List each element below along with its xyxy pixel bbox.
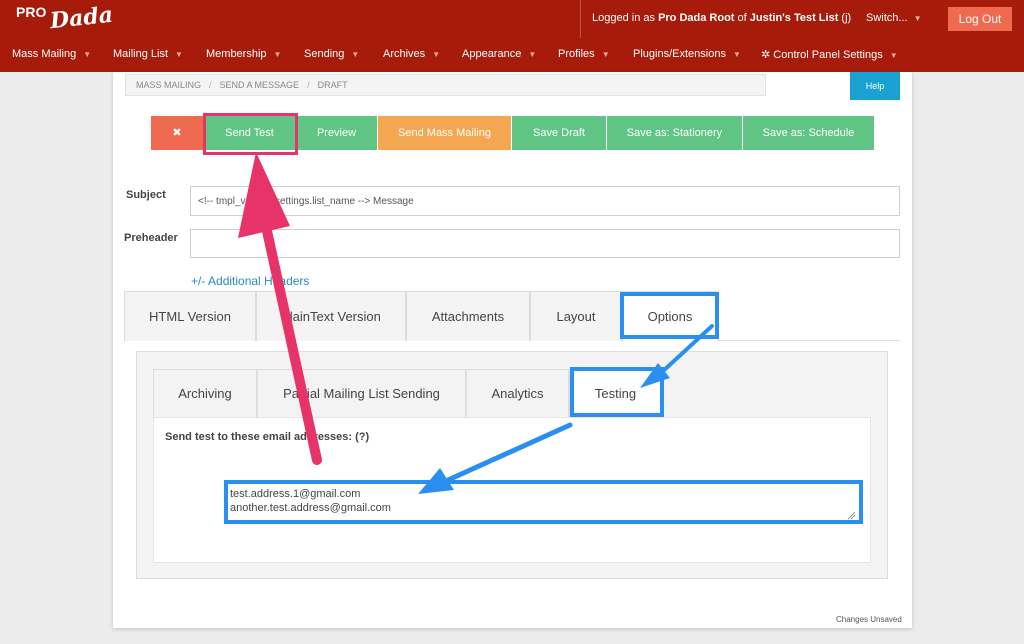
nav-label: Plugins/Extensions bbox=[633, 48, 726, 60]
chevron-down-icon: ▼ bbox=[175, 50, 183, 59]
preheader-label: Preheader bbox=[124, 232, 178, 244]
nav-mailing-list[interactable]: Mailing List ▼ bbox=[113, 48, 183, 60]
chevron-down-icon: ▼ bbox=[83, 50, 92, 59]
chevron-down-icon: ▼ bbox=[432, 50, 441, 59]
nav-archives[interactable]: Archives ▼ bbox=[383, 48, 440, 60]
save-schedule-button[interactable]: Save as: Schedule bbox=[743, 116, 874, 150]
nav-mass-mailing[interactable]: Mass Mailing ▼ bbox=[12, 48, 91, 60]
nav-membership[interactable]: Membership ▼ bbox=[206, 48, 281, 60]
chevron-down-icon: ▼ bbox=[351, 50, 360, 59]
send-test-highlight-box bbox=[203, 113, 298, 155]
tab-html-version[interactable]: HTML Version bbox=[124, 291, 256, 341]
breadcrumb-draft: DRAFT bbox=[317, 80, 348, 90]
nav-label: Sending bbox=[304, 48, 345, 60]
logo-dada-text: Dada bbox=[48, 1, 115, 35]
switch-label: Switch... bbox=[866, 12, 908, 24]
switch-list-dropdown[interactable]: Switch... ▼ bbox=[866, 12, 922, 24]
send-mass-mailing-button[interactable]: Send Mass Mailing bbox=[378, 116, 511, 150]
chevron-down-icon: ▼ bbox=[913, 14, 922, 23]
tab-layout[interactable]: Layout bbox=[530, 291, 622, 341]
tab-analytics[interactable]: Analytics bbox=[466, 369, 569, 417]
test-addresses-label: Send test to these email addresses: (?) bbox=[165, 431, 370, 443]
nav-appearance[interactable]: Appearance ▼ bbox=[462, 48, 536, 60]
chevron-down-icon: ▼ bbox=[732, 50, 741, 59]
logged-in-status: Logged in as Pro Dada Root of Justin's T… bbox=[592, 12, 851, 24]
logged-prefix: Logged in as bbox=[592, 12, 659, 24]
logged-mid: of bbox=[734, 12, 750, 24]
logged-list: Justin's Test List bbox=[749, 12, 839, 24]
nav-label: Mass Mailing bbox=[12, 48, 77, 60]
tab-archiving[interactable]: Archiving bbox=[153, 369, 257, 417]
tab-plaintext-version[interactable]: PlainText Version bbox=[256, 291, 406, 341]
top-header: PRO Dada Logged in as Pro Dada Root of J… bbox=[0, 0, 1024, 72]
subject-input[interactable]: <!-- tmpl_var list_settings.list_name --… bbox=[190, 186, 900, 216]
save-status-text: Changes Unsaved bbox=[836, 615, 902, 624]
main-nav: Mass Mailing ▼ Mailing List ▼ Membership ▼ … bbox=[0, 38, 1024, 72]
breadcrumb-separator: / bbox=[307, 80, 310, 90]
nav-label: Membership bbox=[206, 48, 267, 60]
nav-plugins-extensions[interactable]: Plugins/Extensions ▼ bbox=[633, 48, 741, 60]
nav-profiles[interactable]: Profiles ▼ bbox=[558, 48, 610, 60]
chevron-down-icon: ▼ bbox=[273, 50, 282, 59]
tab-attachments[interactable]: Attachments bbox=[406, 291, 530, 341]
logged-suffix: (j) bbox=[838, 12, 852, 24]
options-tab-highlight-box bbox=[620, 292, 719, 339]
logout-button[interactable]: Log Out bbox=[948, 7, 1012, 31]
tab-partial-mailing-list-sending[interactable]: Partial Mailing List Sending bbox=[257, 369, 466, 417]
nav-label: Archives bbox=[383, 48, 426, 60]
nav-control-panel-settings[interactable]: ✲ Control Panel Settings ▼ bbox=[761, 48, 898, 61]
nav-label: ✲ Control Panel Settings bbox=[761, 49, 883, 61]
nav-label: Profiles bbox=[558, 48, 595, 60]
breadcrumb-send-message[interactable]: SEND A MESSAGE bbox=[220, 80, 300, 90]
chevron-down-icon: ▼ bbox=[601, 50, 610, 59]
logo-pro-text: PRO bbox=[16, 4, 47, 20]
nav-label: Appearance bbox=[462, 48, 522, 60]
preview-button[interactable]: Preview bbox=[296, 116, 377, 150]
header-divider bbox=[580, 0, 581, 38]
save-draft-button[interactable]: Save Draft bbox=[512, 116, 606, 150]
delete-button[interactable]: ✖ bbox=[151, 116, 203, 150]
pro-dada-logo[interactable]: PRO Dada bbox=[14, 2, 114, 36]
logged-user: Pro Dada Root bbox=[658, 12, 735, 24]
preheader-input[interactable] bbox=[190, 229, 900, 258]
help-button[interactable]: Help bbox=[850, 72, 900, 100]
nav-sending[interactable]: Sending ▼ bbox=[304, 48, 359, 60]
breadcrumb: MASS MAILING / SEND A MESSAGE / DRAFT bbox=[125, 74, 766, 96]
chevron-down-icon: ▼ bbox=[889, 51, 898, 60]
save-stationery-button[interactable]: Save as: Stationery bbox=[607, 116, 742, 150]
chevron-down-icon: ▼ bbox=[528, 50, 537, 59]
testing-tab-highlight-box bbox=[570, 367, 664, 417]
breadcrumb-separator: / bbox=[209, 80, 212, 90]
nav-label: Mailing List bbox=[113, 48, 169, 60]
breadcrumb-mass-mailing[interactable]: MASS MAILING bbox=[136, 80, 201, 90]
subject-label: Subject bbox=[126, 189, 166, 201]
additional-headers-link[interactable]: +/- Additional Headers bbox=[191, 274, 309, 288]
email-textarea-highlight-box bbox=[224, 480, 863, 524]
